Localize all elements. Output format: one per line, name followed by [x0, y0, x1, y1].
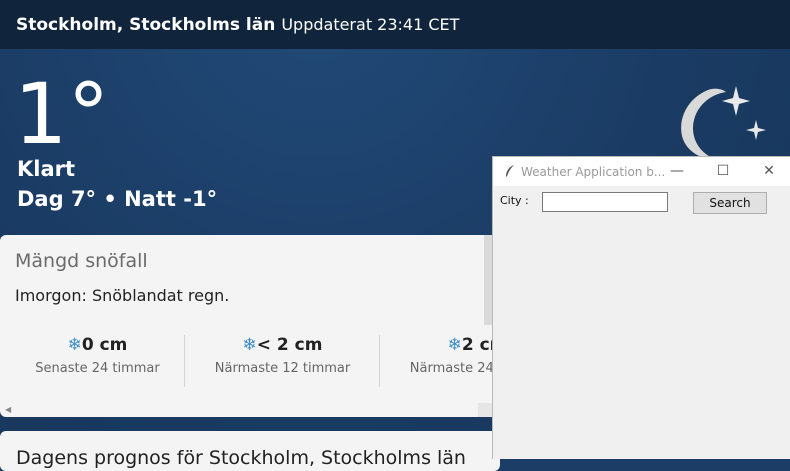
column-divider — [184, 335, 185, 387]
snowfall-card: Mängd snöfall Imorgon: Snöblandat regn. … — [0, 235, 545, 417]
forecast-card: Dagens prognos för Stockholm, Stockholms… — [0, 431, 500, 471]
snowflake-icon: ❄ — [242, 335, 257, 355]
snowfall-period: Senaste 24 timmar — [35, 361, 160, 376]
close-button[interactable]: ✕ — [754, 160, 784, 182]
scroll-left-icon[interactable]: ◀ — [5, 405, 11, 414]
location-name[interactable]: Stockholm, Stockholms län — [16, 15, 275, 35]
search-button[interactable]: Search — [693, 192, 767, 214]
snowfall-title: Mängd snöfall — [15, 250, 148, 272]
city-label: City : — [500, 194, 529, 207]
vertical-scrollbar[interactable] — [484, 235, 492, 325]
tk-window-title: Weather Application b... — [521, 165, 666, 179]
moon-stars-icon — [681, 86, 766, 160]
weather-header: Stockholm, Stockholms län Uppdaterat 23:… — [0, 0, 790, 49]
snowflake-icon: ❄ — [447, 335, 462, 355]
snowfall-value: < 2 cm — [256, 335, 323, 355]
updated-time: Uppdaterat 23:41 CET — [281, 15, 460, 34]
column-divider — [379, 335, 380, 387]
day-night-temperatures: Dag 7° • Natt -1° — [17, 187, 218, 211]
tk-window: Weather Application b... — ☐ ✕ City : Se… — [492, 156, 790, 459]
snowfall-column: ❄< 2 cm Närmaste 12 timmar — [185, 335, 380, 376]
tk-titlebar[interactable]: Weather Application b... — ☐ ✕ — [493, 157, 790, 186]
snowflake-icon: ❄ — [67, 335, 82, 355]
minimize-button[interactable]: — — [662, 160, 692, 182]
city-input[interactable] — [542, 192, 668, 212]
snowfall-column: ❄0 cm Senaste 24 timmar — [0, 335, 195, 376]
snowfall-period: Närmaste 12 timmar — [214, 361, 351, 376]
feather-icon — [506, 165, 514, 177]
snowfall-value: 0 cm — [81, 335, 128, 355]
snowfall-subtitle: Imorgon: Snöblandat regn. — [15, 286, 230, 305]
horizontal-scrollbar[interactable]: ◀ — [0, 401, 492, 417]
condition-text: Klart — [17, 157, 76, 181]
current-temperature: 1° — [14, 65, 110, 163]
tk-content: City : Search — [493, 186, 790, 460]
scrollbar-thumb[interactable] — [478, 403, 492, 417]
forecast-title: Dagens prognos för Stockholm, Stockholms… — [16, 447, 466, 469]
maximize-button[interactable]: ☐ — [708, 160, 738, 182]
